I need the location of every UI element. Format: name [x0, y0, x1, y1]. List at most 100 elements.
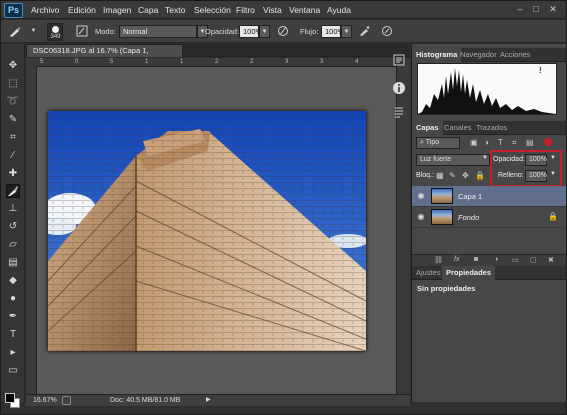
pixel-filter-icon[interactable]: ▣ — [470, 138, 478, 147]
menu-texto[interactable]: Texto — [165, 5, 185, 15]
healing-brush-tool-icon[interactable]: ✚ — [6, 167, 20, 181]
menu-ayuda[interactable]: Ayuda — [327, 5, 351, 15]
menu-bar: Ps Archivo Edición Imagen Capa Texto Sel… — [1, 1, 566, 19]
dodge-tool-icon[interactable]: ● — [6, 292, 20, 306]
properties-tabs: Ajustes Propiedades — [412, 266, 566, 280]
mask-icon[interactable]: ◙ — [474, 256, 478, 263]
visibility-eye-icon[interactable]: ◉ — [416, 191, 426, 201]
menu-filtro[interactable]: Filtro — [236, 5, 255, 15]
fx-icon[interactable]: fx — [454, 256, 459, 263]
blend-mode-select[interactable]: Luz fuerte — [416, 154, 490, 166]
tab-histograma[interactable]: Histograma — [412, 48, 462, 62]
brush-preset-icon[interactable] — [8, 25, 21, 38]
mode-label: Modo: — [95, 27, 116, 36]
paragraph-panel-icon[interactable] — [391, 105, 407, 121]
pyramid-photo[interactable] — [48, 111, 366, 351]
document-tab[interactable]: DSC06318.JPG al 16.7% (Capa 1, RGB/16*) … — [26, 44, 183, 67]
airbrush-icon[interactable] — [357, 25, 370, 38]
lock-all-icon[interactable]: 🔒 — [475, 171, 485, 180]
clone-stamp-tool-icon[interactable]: ⊥ — [6, 202, 20, 216]
shape-filter-icon[interactable]: ⌗ — [512, 138, 517, 148]
folder-icon[interactable]: ▭ — [512, 256, 519, 264]
marquee-tool-icon[interactable]: ⬚ — [6, 77, 20, 91]
ruler-mark: 4 — [355, 59, 359, 65]
menu-archivo[interactable]: Archivo — [31, 5, 59, 15]
adjustment-icon[interactable]: ◑ — [494, 256, 498, 263]
lock-pixels-icon[interactable]: ✎ — [449, 171, 456, 180]
brush-size-preview[interactable]: 349 — [47, 23, 63, 41]
layers-tabs: Capas Canales Trazados — [412, 121, 566, 135]
type-filter-icon[interactable]: T — [498, 138, 503, 147]
filter-toggle-icon[interactable] — [544, 138, 552, 146]
opacity-dropdown-icon[interactable]: ▼ — [259, 25, 270, 38]
menu-edicion[interactable]: Edición — [68, 5, 96, 15]
histogram-graph: ! — [417, 63, 557, 115]
flow-label: Flujo: — [300, 27, 319, 36]
layer-kind-label: Tipo — [425, 139, 440, 146]
adjustment-filter-icon[interactable]: ◑ — [484, 138, 489, 147]
layer-name: Fondo — [458, 213, 480, 222]
ruler-mark: 5 — [40, 59, 44, 65]
link-icon[interactable]: ⛓ — [434, 256, 443, 264]
layer-thumbnail — [431, 188, 453, 204]
flow-field[interactable]: 100% — [321, 25, 344, 38]
lock-position-icon[interactable]: ✥ — [462, 171, 469, 180]
ruler-mark: 3 — [285, 59, 289, 65]
pressure-opacity-icon[interactable] — [276, 25, 289, 38]
blur-tool-icon[interactable]: ◆ — [6, 274, 20, 288]
new-layer-icon[interactable]: ▢ — [530, 256, 537, 264]
mode-select[interactable]: Normal — [119, 25, 197, 38]
pen-tool-icon[interactable]: ✒ — [6, 310, 20, 324]
history-panel-icon[interactable] — [391, 53, 407, 69]
menu-vista[interactable]: Vista — [263, 5, 282, 15]
histogram-warning-icon[interactable]: ! — [539, 66, 548, 75]
info-panel-icon[interactable] — [391, 81, 407, 97]
tab-propiedades[interactable]: Propiedades — [442, 266, 496, 280]
maximize-button[interactable]: □ — [529, 4, 543, 15]
ruler-mark: 2 — [215, 59, 219, 65]
status-arrow-icon[interactable]: ▶ — [206, 395, 211, 406]
trash-icon[interactable]: ✖ — [548, 256, 554, 264]
visibility-eye-icon[interactable]: ◉ — [416, 212, 426, 222]
tab-trazados[interactable]: Trazados — [472, 121, 511, 135]
crop-tool-icon[interactable]: ⌗ — [6, 131, 20, 145]
tab-acciones[interactable]: Acciones — [496, 48, 534, 62]
flow-dropdown-icon[interactable]: ▼ — [341, 25, 352, 38]
zoom-level[interactable]: 16.67% — [33, 395, 57, 406]
menu-capa[interactable]: Capa — [138, 5, 158, 15]
lock-transparency-icon[interactable]: ▦ — [436, 171, 444, 180]
tab-canales[interactable]: Canales — [440, 121, 476, 135]
tab-capas[interactable]: Capas — [412, 121, 443, 135]
quick-selection-tool-icon[interactable]: ✎ — [6, 113, 20, 127]
hand-tool-icon[interactable] — [6, 356, 20, 370]
eraser-tool-icon[interactable]: ▱ — [6, 238, 20, 252]
eyedropper-tool-icon[interactable]: ⁄ — [6, 149, 20, 163]
menu-ventana[interactable]: Ventana — [289, 5, 320, 15]
ruler-mark: 5 — [110, 59, 114, 65]
photoshop-window: Ps Archivo Edición Imagen Capa Texto Sel… — [0, 0, 567, 415]
brush-tool-icon[interactable] — [6, 184, 20, 198]
foreground-color-swatch[interactable] — [5, 393, 15, 403]
close-button[interactable]: ✕ — [546, 4, 560, 15]
tab-navegador[interactable]: Navegador — [456, 48, 501, 62]
status-menu-icon[interactable] — [62, 396, 71, 405]
lasso-tool-icon[interactable]: ➰ — [6, 95, 20, 109]
blend-mode-dropdown-icon[interactable]: ▼ — [482, 155, 488, 161]
menu-imagen[interactable]: Imagen — [103, 5, 131, 15]
brush-picker-arrow-icon[interactable]: ▼ — [27, 25, 40, 38]
brush-size-value: 349 — [50, 34, 61, 40]
layer-kind-filter[interactable]: ⌕ Tipo — [416, 137, 460, 149]
minimize-button[interactable]: – — [513, 4, 527, 15]
pressure-size-icon[interactable] — [380, 25, 393, 38]
move-tool-icon[interactable]: ✥ — [6, 59, 20, 73]
history-brush-tool-icon[interactable]: ↺ — [6, 220, 20, 234]
layer-row-fondo[interactable]: ◉ Fondo 🔒 — [412, 207, 566, 228]
tab-ajustes[interactable]: Ajustes — [412, 266, 445, 280]
menu-seleccion[interactable]: Selección — [194, 5, 231, 15]
brush-panel-icon[interactable] — [75, 25, 88, 38]
gradient-tool-icon[interactable]: ▤ — [6, 256, 20, 270]
opacity-field[interactable]: 100% — [239, 25, 262, 38]
smart-object-filter-icon[interactable]: ▤ — [526, 138, 534, 147]
layer-row-capa-1[interactable]: ◉ Capa 1 — [412, 186, 566, 207]
type-tool-icon[interactable]: T — [6, 328, 20, 342]
